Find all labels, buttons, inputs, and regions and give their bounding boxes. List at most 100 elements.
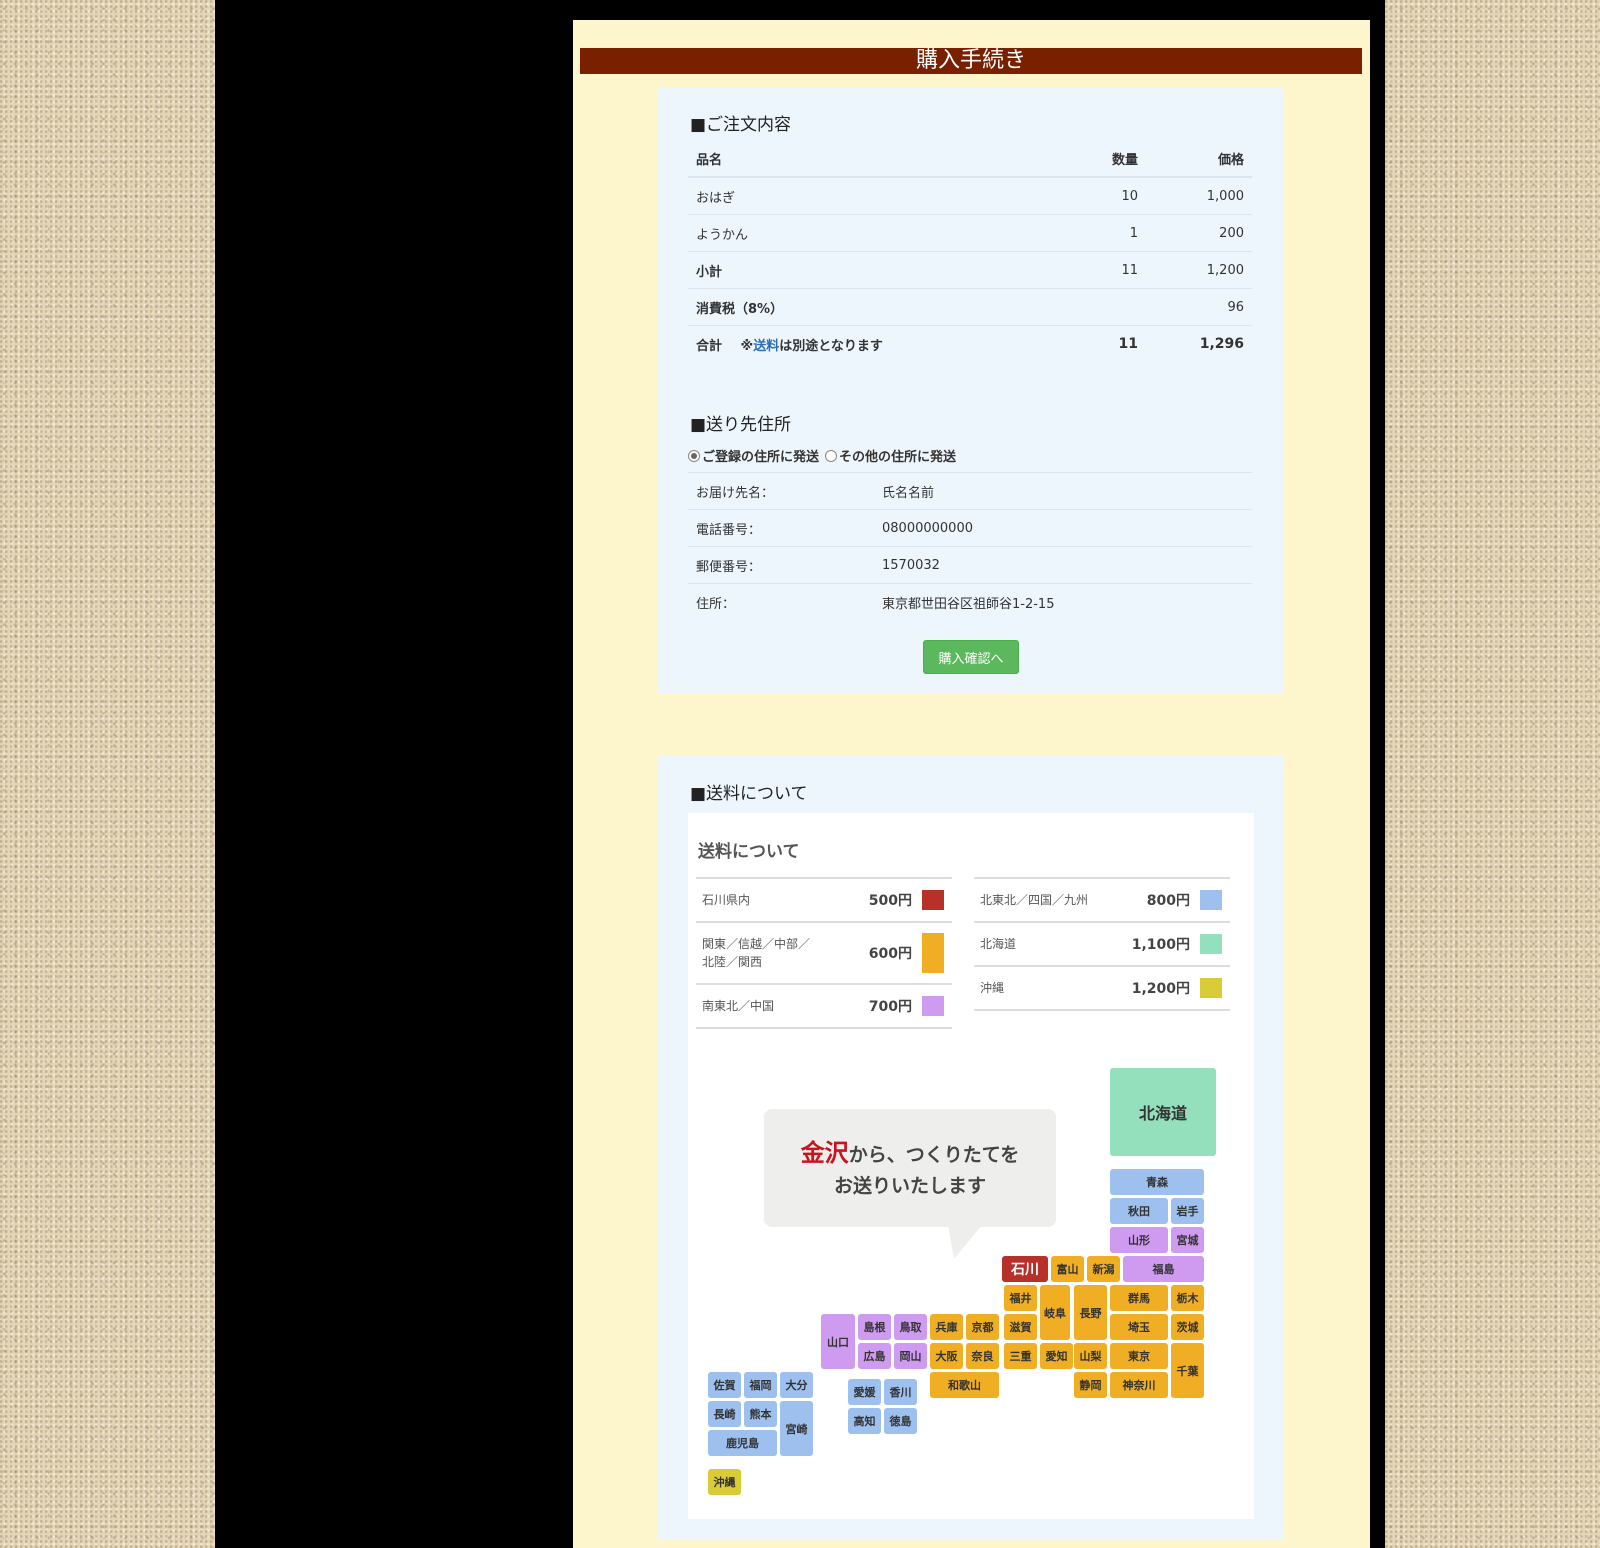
prefecture-tile: 山形 xyxy=(1110,1227,1168,1253)
rate-color-swatch xyxy=(1200,890,1222,910)
rate-price: 500円 xyxy=(868,893,912,909)
shipping-link[interactable]: 送料 xyxy=(753,339,779,354)
item-name: おはぎ xyxy=(688,177,1040,215)
rate-color-swatch xyxy=(922,996,944,1016)
radio-other-label[interactable]: その他の住所に発送 xyxy=(839,446,956,465)
radio-other-address[interactable] xyxy=(825,449,838,462)
prefecture-tile: 北海道 xyxy=(1110,1068,1216,1156)
rate-row: 関東／信越／中部／ 北陸／関西 600円 xyxy=(696,921,952,983)
table-row: 電話番号： 08000000000 xyxy=(688,509,1252,547)
prefecture-tile: 岐阜 xyxy=(1040,1285,1070,1340)
prefecture-tile: 新潟 xyxy=(1087,1256,1120,1282)
tax-row: 消費税（8%） 96 xyxy=(688,288,1252,326)
total-qty: 11 xyxy=(1118,336,1138,352)
rate-region: 沖縄 xyxy=(980,981,1005,995)
order-section-title: ■ご注文内容 xyxy=(690,115,792,135)
prefecture-tile: 長崎 xyxy=(708,1401,741,1427)
rate-color-swatch xyxy=(1200,978,1222,998)
prefecture-tile: 神奈川 xyxy=(1110,1372,1168,1398)
tax-label: 消費税（8%） xyxy=(688,288,1040,326)
rate-price: 600円 xyxy=(868,946,912,962)
rate-row: 北東北／四国／九州 800円 xyxy=(974,877,1230,921)
address-label: お届け先名： xyxy=(688,472,874,510)
radio-registered-address[interactable] xyxy=(688,449,700,462)
prefecture-tile: 宮城 xyxy=(1171,1227,1204,1253)
prefecture-tile: 愛知 xyxy=(1040,1343,1073,1369)
address-table: お届け先名： 氏名名前 電話番号： 08000000000 郵便番号： 1570… xyxy=(688,472,1252,620)
prefecture-tile: 石川 xyxy=(1002,1256,1048,1282)
item-price: 1,000 xyxy=(1146,177,1252,215)
prefecture-tile: 千葉 xyxy=(1171,1343,1204,1398)
address-value: 08000000000 xyxy=(874,509,1252,547)
slogan-bubble: 金沢から、つくりたてを お送りいたします xyxy=(764,1109,1056,1227)
prefecture-tile: 福岡 xyxy=(744,1372,777,1398)
prefecture-tile: 栃木 xyxy=(1171,1285,1204,1311)
slogan-line2: お送りいたします xyxy=(833,1175,986,1197)
address-value: 1570032 xyxy=(874,546,1252,584)
prefecture-tile: 三重 xyxy=(1004,1343,1037,1369)
prefecture-tile: 広島 xyxy=(858,1343,891,1369)
prefecture-tile: 福井 xyxy=(1004,1285,1037,1311)
address-label: 郵便番号： xyxy=(688,546,874,584)
shipping-card-title: 送料について xyxy=(698,842,800,862)
col-name-header: 品名 xyxy=(688,140,1040,178)
shipping-info-card: 送料について 石川県内 500円 関東／信越／中部／ 北陸／関西 600円 南東… xyxy=(688,813,1254,1519)
address-options: ご登録の住所に発送 その他の住所に発送 xyxy=(688,446,956,465)
table-row: おはぎ 10 1,000 xyxy=(688,177,1252,215)
rate-region: 北東北／四国／九州 xyxy=(980,893,1089,907)
address-label: 住所： xyxy=(696,596,736,612)
item-price: 200 xyxy=(1146,214,1252,252)
total-row: 合計 ※送料は別途となります 11 1,296 xyxy=(688,326,1252,363)
address-label: 電話番号： xyxy=(688,509,874,547)
shipping-section-title: ■送料について xyxy=(690,784,808,804)
prefecture-tile: 和歌山 xyxy=(930,1372,999,1398)
subtotal-price: 1,200 xyxy=(1146,251,1252,289)
rate-price: 1,100円 xyxy=(1131,937,1190,953)
rate-price: 800円 xyxy=(1146,893,1190,909)
prefecture-tile: 東京 xyxy=(1110,1343,1168,1369)
rate-region: 北海道 xyxy=(980,937,1017,951)
shipping-panel: ■送料について 送料について 石川県内 500円 関東／信越／中部／ 北陸／関西… xyxy=(658,755,1284,1540)
item-name: ようかん xyxy=(688,214,1040,252)
address-value: 氏名名前 xyxy=(874,472,1252,510)
slogan-highlight: 金沢 xyxy=(800,1138,849,1167)
rate-row: 南東北／中国 700円 xyxy=(696,983,952,1029)
prefecture-tile: 福島 xyxy=(1123,1256,1204,1282)
slogan-line1: から、つくりたてを xyxy=(848,1144,1020,1166)
prefecture-tile: 大分 xyxy=(780,1372,813,1398)
prefecture-tile: 徳島 xyxy=(884,1408,917,1434)
item-qty: 1 xyxy=(1040,214,1146,252)
prefecture-tile: 兵庫 xyxy=(930,1314,963,1340)
prefecture-tile: 長野 xyxy=(1074,1285,1107,1340)
col-qty-header: 数量 xyxy=(1040,140,1146,178)
prefecture-tile: 富山 xyxy=(1051,1256,1084,1282)
prefecture-tile: 群馬 xyxy=(1110,1285,1168,1311)
confirm-purchase-button[interactable]: 購入確認へ xyxy=(923,640,1019,674)
table-row: お届け先名： 氏名名前 xyxy=(688,472,1252,510)
prefecture-tile: 奈良 xyxy=(966,1343,999,1369)
table-row: 住所： 東京都世田谷区祖師谷1-2-15 xyxy=(688,584,1252,621)
prefecture-tile: 高知 xyxy=(848,1408,881,1434)
table-row: 郵便番号： 1570032 xyxy=(688,546,1252,584)
rates-right: 北東北／四国／九州 800円 北海道 1,100円 沖縄 1,200円 xyxy=(974,877,1230,1011)
prefecture-tile: 秋田 xyxy=(1110,1198,1168,1224)
prefecture-tile: 熊本 xyxy=(744,1401,777,1427)
prefecture-tile: 島根 xyxy=(858,1314,891,1340)
prefecture-tile: 岡山 xyxy=(894,1343,927,1369)
total-price: 1,296 xyxy=(1199,336,1244,352)
order-panel: ■ご注文内容 品名 数量 価格 おはぎ 10 1,000 ようかん 1 200 … xyxy=(658,88,1284,694)
bubble-tail xyxy=(948,1225,982,1259)
prefecture-tile: 岩手 xyxy=(1171,1198,1204,1224)
rate-color-swatch xyxy=(1200,934,1222,954)
address-section-title: ■送り先住所 xyxy=(690,415,792,435)
shipping-note: ※送料は別途となります xyxy=(741,339,883,354)
prefecture-tile: 茨城 xyxy=(1171,1314,1204,1340)
radio-registered-label[interactable]: ご登録の住所に発送 xyxy=(702,446,819,465)
prefecture-tile: 香川 xyxy=(884,1379,917,1405)
subtotal-row: 小計 11 1,200 xyxy=(688,251,1252,289)
prefecture-tile: 滋賀 xyxy=(1004,1314,1037,1340)
prefecture-tile: 静岡 xyxy=(1074,1372,1107,1398)
prefecture-tile: 京都 xyxy=(966,1314,999,1340)
prefecture-tile: 沖縄 xyxy=(708,1469,741,1495)
total-cell: 合計 ※送料は別途となります xyxy=(688,326,1040,363)
